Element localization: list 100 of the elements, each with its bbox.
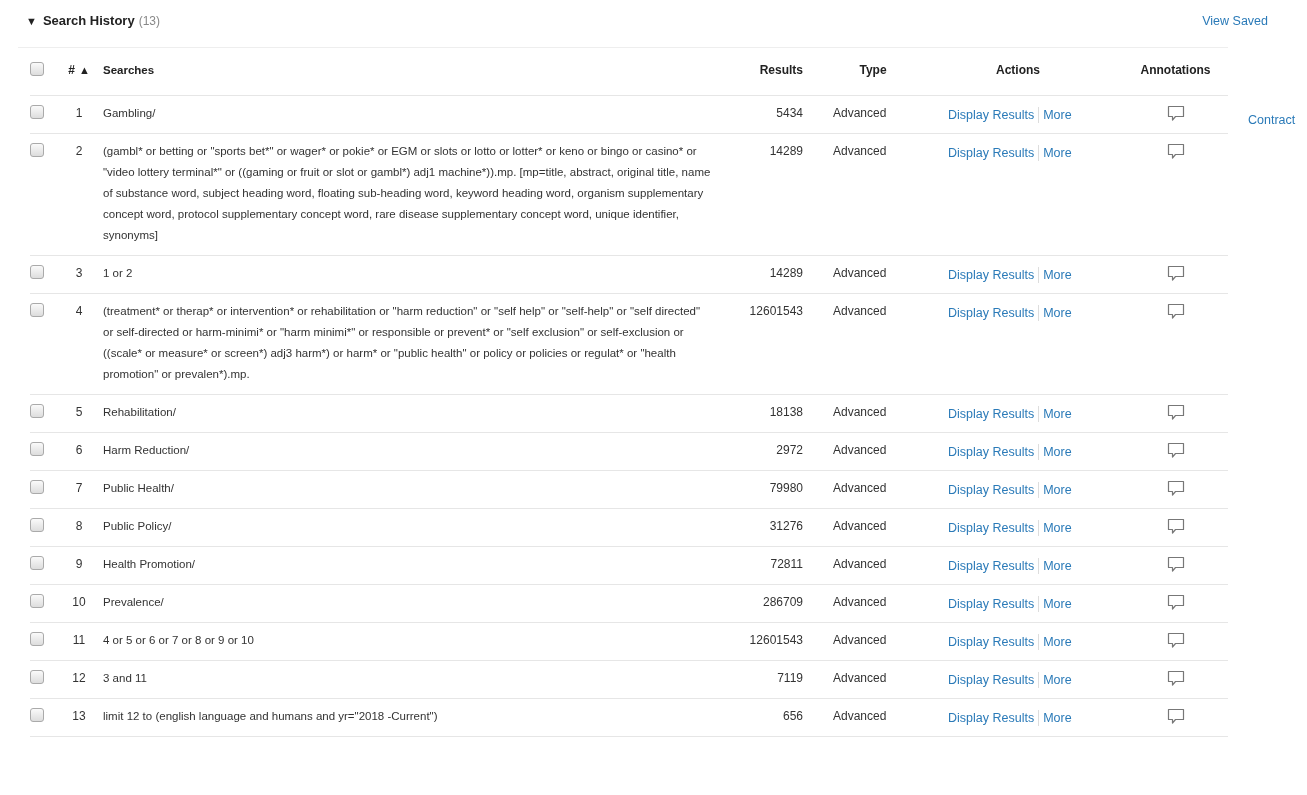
search-type: Advanced	[833, 595, 887, 609]
display-results-link[interactable]: Display Results	[948, 631, 1035, 653]
more-link[interactable]: More	[1043, 707, 1072, 729]
row-checkbox[interactable]	[30, 265, 44, 279]
row-checkbox[interactable]	[30, 143, 44, 157]
row-checkbox[interactable]	[30, 670, 44, 684]
column-header: Searches	[103, 64, 155, 76]
history-count: (13)	[138, 14, 160, 28]
search-query: Harm Reduction/	[103, 444, 190, 456]
comment-icon[interactable]	[1166, 105, 1185, 122]
search-query: Gambling/	[103, 107, 156, 119]
display-results-link[interactable]: Display Results	[948, 517, 1035, 539]
comment-icon[interactable]	[1166, 303, 1185, 320]
search-query: 3 and 11	[103, 672, 147, 684]
row-checkbox[interactable]	[30, 480, 44, 494]
comment-icon[interactable]	[1166, 670, 1185, 687]
comment-icon[interactable]	[1166, 404, 1185, 421]
result-count: 656	[782, 709, 803, 723]
row-checkbox[interactable]	[30, 556, 44, 570]
search-type: Advanced	[833, 481, 887, 495]
more-link[interactable]: More	[1043, 593, 1072, 615]
row-checkbox[interactable]	[30, 105, 44, 119]
sort-arrow[interactable]: ▲	[78, 60, 90, 81]
comment-icon[interactable]	[1166, 556, 1185, 573]
search-query: 1 or 2	[103, 267, 133, 279]
more-link[interactable]: More	[1043, 517, 1072, 539]
result-count: 12601543	[749, 633, 803, 647]
view-saved-link[interactable]: View Saved	[1202, 14, 1268, 28]
row-checkbox[interactable]	[30, 708, 44, 722]
row-checkbox[interactable]	[30, 594, 44, 608]
column-header: Type	[859, 63, 887, 77]
display-results-link[interactable]: Display Results	[948, 302, 1035, 324]
comment-icon[interactable]	[1166, 265, 1185, 282]
result-count: 14289	[769, 144, 803, 158]
comment-icon[interactable]	[1166, 708, 1185, 725]
display-results-link[interactable]: Display Results	[948, 555, 1035, 577]
display-results-link[interactable]: Display Results	[948, 707, 1035, 729]
display-results-link[interactable]: Display Results	[948, 441, 1035, 463]
search-type: Advanced	[833, 144, 887, 158]
comment-icon[interactable]	[1166, 594, 1185, 611]
row-checkbox[interactable]	[30, 303, 44, 317]
row-checkbox[interactable]	[30, 518, 44, 532]
result-count: 31276	[769, 519, 803, 533]
display-results-link[interactable]: Display Results	[948, 669, 1035, 691]
column-header: Results	[759, 63, 803, 77]
more-link[interactable]: More	[1043, 104, 1072, 126]
search-type: Advanced	[833, 106, 887, 120]
row-number: 4	[75, 304, 83, 318]
result-count: 14289	[769, 266, 803, 280]
row-checkbox[interactable]	[30, 404, 44, 418]
comment-icon[interactable]	[1166, 143, 1185, 160]
more-link[interactable]: More	[1043, 441, 1072, 463]
result-count: 286709	[762, 595, 803, 609]
row-number: 12	[72, 671, 86, 685]
comment-icon[interactable]	[1166, 442, 1185, 459]
search-type: Advanced	[833, 671, 887, 685]
result-count: 79980	[769, 481, 803, 495]
column-header[interactable]: #	[68, 60, 75, 81]
display-results-link[interactable]: Display Results	[948, 403, 1035, 425]
collapse-toggle[interactable]: ▼	[26, 15, 37, 27]
row-checkbox[interactable]	[30, 442, 44, 456]
display-results-link[interactable]: Display Results	[948, 593, 1035, 615]
search-type: Advanced	[833, 405, 887, 419]
row-number: 6	[75, 443, 83, 457]
row-number: 11	[72, 633, 86, 647]
row-number: 8	[75, 519, 83, 533]
search-type: Advanced	[833, 266, 887, 280]
row-number: 1	[75, 106, 83, 120]
display-results-link[interactable]: Display Results	[948, 264, 1035, 286]
row-number: 10	[72, 595, 86, 609]
comment-icon[interactable]	[1166, 518, 1185, 535]
row-number: 13	[72, 709, 86, 723]
comment-icon[interactable]	[1166, 632, 1185, 649]
row-number: 5	[75, 405, 83, 419]
search-type: Advanced	[833, 633, 887, 647]
more-link[interactable]: More	[1043, 631, 1072, 653]
more-link[interactable]: More	[1043, 264, 1072, 286]
more-link[interactable]: More	[1043, 479, 1072, 501]
row-number: 2	[75, 144, 83, 158]
search-query: Health Promotion/	[103, 558, 196, 570]
select-all-checkbox[interactable]	[30, 62, 44, 76]
contract-link[interactable]: Contract	[1248, 113, 1296, 127]
result-count: 18138	[769, 405, 803, 419]
more-link[interactable]: More	[1043, 555, 1072, 577]
search-type: Advanced	[833, 443, 887, 457]
column-header: Actions	[996, 62, 1040, 79]
row-checkbox[interactable]	[30, 632, 44, 646]
search-query: Prevalence/	[103, 596, 164, 608]
more-link[interactable]: More	[1043, 669, 1072, 691]
more-link[interactable]: More	[1043, 142, 1072, 164]
row-number: 7	[75, 481, 83, 495]
column-header: Annotations	[1140, 63, 1211, 77]
display-results-link[interactable]: Display Results	[948, 104, 1035, 126]
more-link[interactable]: More	[1043, 403, 1072, 425]
search-type: Advanced	[833, 709, 887, 723]
comment-icon[interactable]	[1166, 480, 1185, 497]
display-results-link[interactable]: Display Results	[948, 479, 1035, 501]
search-query: limit 12 to (english language and humans and yr="2018 -Current")	[103, 710, 438, 722]
display-results-link[interactable]: Display Results	[948, 142, 1035, 164]
more-link[interactable]: More	[1043, 302, 1072, 324]
